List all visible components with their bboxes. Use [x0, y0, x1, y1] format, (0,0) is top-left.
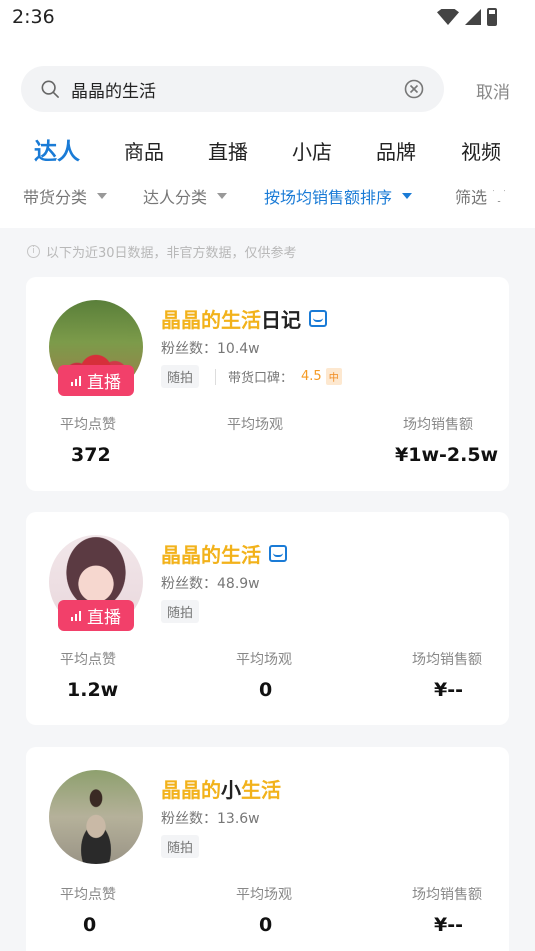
stats-row: 平均点赞 1.2w 平均场观 0 场均销售额 ¥--: [26, 649, 509, 709]
caret-down-icon: [402, 193, 413, 199]
talent-card[interactable]: 直播 晶晶的生活日记 粉丝数：10.4w 随拍 带货口碑： 4.5 中 平均点赞…: [26, 277, 509, 491]
header-area: 2:36 取消 达人 商品 直播 小店 品牌 视频: [0, 0, 535, 228]
status-time: 2:36: [12, 6, 55, 28]
fans-count: 粉丝数：10.4w: [161, 341, 260, 357]
reputation-level-badge: 中: [325, 368, 342, 385]
tab-talent[interactable]: 达人: [34, 134, 80, 172]
name-highlight: 晶晶的生活: [161, 308, 261, 332]
tab-brand[interactable]: 品牌: [376, 134, 416, 172]
filter-label: 带货分类: [23, 188, 88, 207]
talent-name: 晶晶的小生活: [161, 774, 281, 803]
stat-value-sales: ¥--: [434, 914, 463, 936]
notice-text: 以下为近30日数据，非官方数据，仅供参考: [46, 246, 297, 261]
reputation-value: 4.5: [301, 369, 322, 384]
stat-value-sales: ¥1w-2.5w: [395, 444, 499, 466]
status-icons: [437, 8, 497, 26]
reputation-label: 带货口碑：: [228, 371, 294, 386]
talent-name: 晶晶的生活: [161, 539, 287, 568]
tag-row: 随拍: [161, 835, 200, 858]
stats-row: 平均点赞 0 平均场观 0 场均销售额 ¥--: [26, 884, 509, 944]
filter-label: 筛选: [455, 188, 488, 207]
stat-label-sales: 场均销售额: [403, 417, 473, 433]
stat-label-sales: 场均销售额: [412, 652, 482, 668]
filter-talent-category[interactable]: 达人分类: [143, 184, 228, 208]
search-box[interactable]: [21, 66, 444, 112]
name-rest: 日记: [261, 308, 301, 332]
name-rest: 小: [221, 778, 241, 802]
tab-shop[interactable]: 小店: [292, 134, 332, 172]
name-highlight: 生活: [241, 778, 281, 802]
category-tag: 随拍: [161, 600, 200, 623]
status-bar: 2:36: [0, 0, 535, 38]
stat-value-views: 0: [259, 679, 273, 701]
stat-value-likes: 1.2w: [67, 679, 119, 701]
tab-video[interactable]: 视频: [461, 134, 501, 172]
filter-screen[interactable]: 筛选: [455, 184, 506, 208]
funnel-icon: [493, 190, 506, 202]
name-highlight: 晶晶的生活: [161, 543, 261, 567]
stat-label-likes: 平均点赞: [60, 652, 116, 668]
wifi-icon: [437, 9, 459, 25]
filter-goods-category[interactable]: 带货分类: [23, 184, 108, 208]
caret-down-icon: [217, 193, 228, 199]
live-label: 直播: [87, 608, 121, 628]
stat-value-likes: 372: [71, 444, 111, 466]
filter-sort[interactable]: 按场均销售额排序: [264, 184, 413, 208]
tab-live[interactable]: 直播: [208, 134, 248, 172]
shop-icon: [309, 310, 327, 327]
info-icon: i: [27, 245, 40, 258]
stat-label-sales: 场均销售额: [412, 887, 482, 903]
stat-label-likes: 平均点赞: [60, 887, 116, 903]
stats-row: 平均点赞 372 平均场观 场均销售额 ¥1w-2.5w: [26, 414, 509, 474]
filter-label: 达人分类: [143, 188, 208, 207]
category-tag: 随拍: [161, 365, 200, 388]
category-tag: 随拍: [161, 835, 200, 858]
live-bars-icon: [71, 610, 81, 621]
search-row: 取消: [0, 64, 535, 114]
filter-bar: 带货分类 达人分类 按场均销售额排序 筛选: [0, 180, 535, 212]
stat-value-likes: 0: [83, 914, 97, 936]
data-notice: i 以下为近30日数据，非官方数据，仅供参考: [27, 242, 297, 261]
talent-name: 晶晶的生活日记: [161, 304, 327, 333]
filter-label: 按场均销售额排序: [264, 188, 393, 207]
fans-count: 粉丝数：13.6w: [161, 811, 260, 827]
shop-icon: [269, 545, 287, 562]
divider: [215, 368, 217, 385]
live-badge: 直播: [58, 365, 134, 396]
stat-value-views: 0: [259, 914, 273, 936]
live-bars-icon: [71, 375, 81, 386]
stat-label-likes: 平均点赞: [60, 417, 116, 433]
live-label: 直播: [87, 373, 121, 393]
clear-icon[interactable]: [404, 79, 424, 99]
tag-row: 随拍 带货口碑： 4.5 中: [161, 365, 342, 388]
tag-row: 随拍: [161, 600, 200, 623]
category-tabs: 达人 商品 直播 小店 品牌 视频: [0, 134, 535, 172]
fans-count: 粉丝数：48.9w: [161, 576, 260, 592]
stat-label-views: 平均场观: [227, 417, 283, 433]
search-icon: [41, 80, 59, 98]
live-badge: 直播: [58, 600, 134, 631]
signal-icon: [465, 9, 481, 25]
stat-label-views: 平均场观: [236, 652, 292, 668]
name-highlight: 晶晶的: [161, 778, 221, 802]
avatar: [49, 770, 143, 864]
tab-products[interactable]: 商品: [124, 134, 164, 172]
stat-label-views: 平均场观: [236, 887, 292, 903]
caret-down-icon: [97, 193, 108, 199]
stat-value-sales: ¥--: [434, 679, 463, 701]
talent-card[interactable]: 直播 晶晶的生活 粉丝数：48.9w 随拍 平均点赞 1.2w 平均场观 0 场…: [26, 512, 509, 725]
talent-card[interactable]: 晶晶的小生活 粉丝数：13.6w 随拍 平均点赞 0 平均场观 0 场均销售额 …: [26, 747, 509, 951]
search-input[interactable]: [71, 66, 391, 112]
battery-icon: [487, 8, 497, 26]
cancel-button[interactable]: 取消: [476, 78, 510, 103]
